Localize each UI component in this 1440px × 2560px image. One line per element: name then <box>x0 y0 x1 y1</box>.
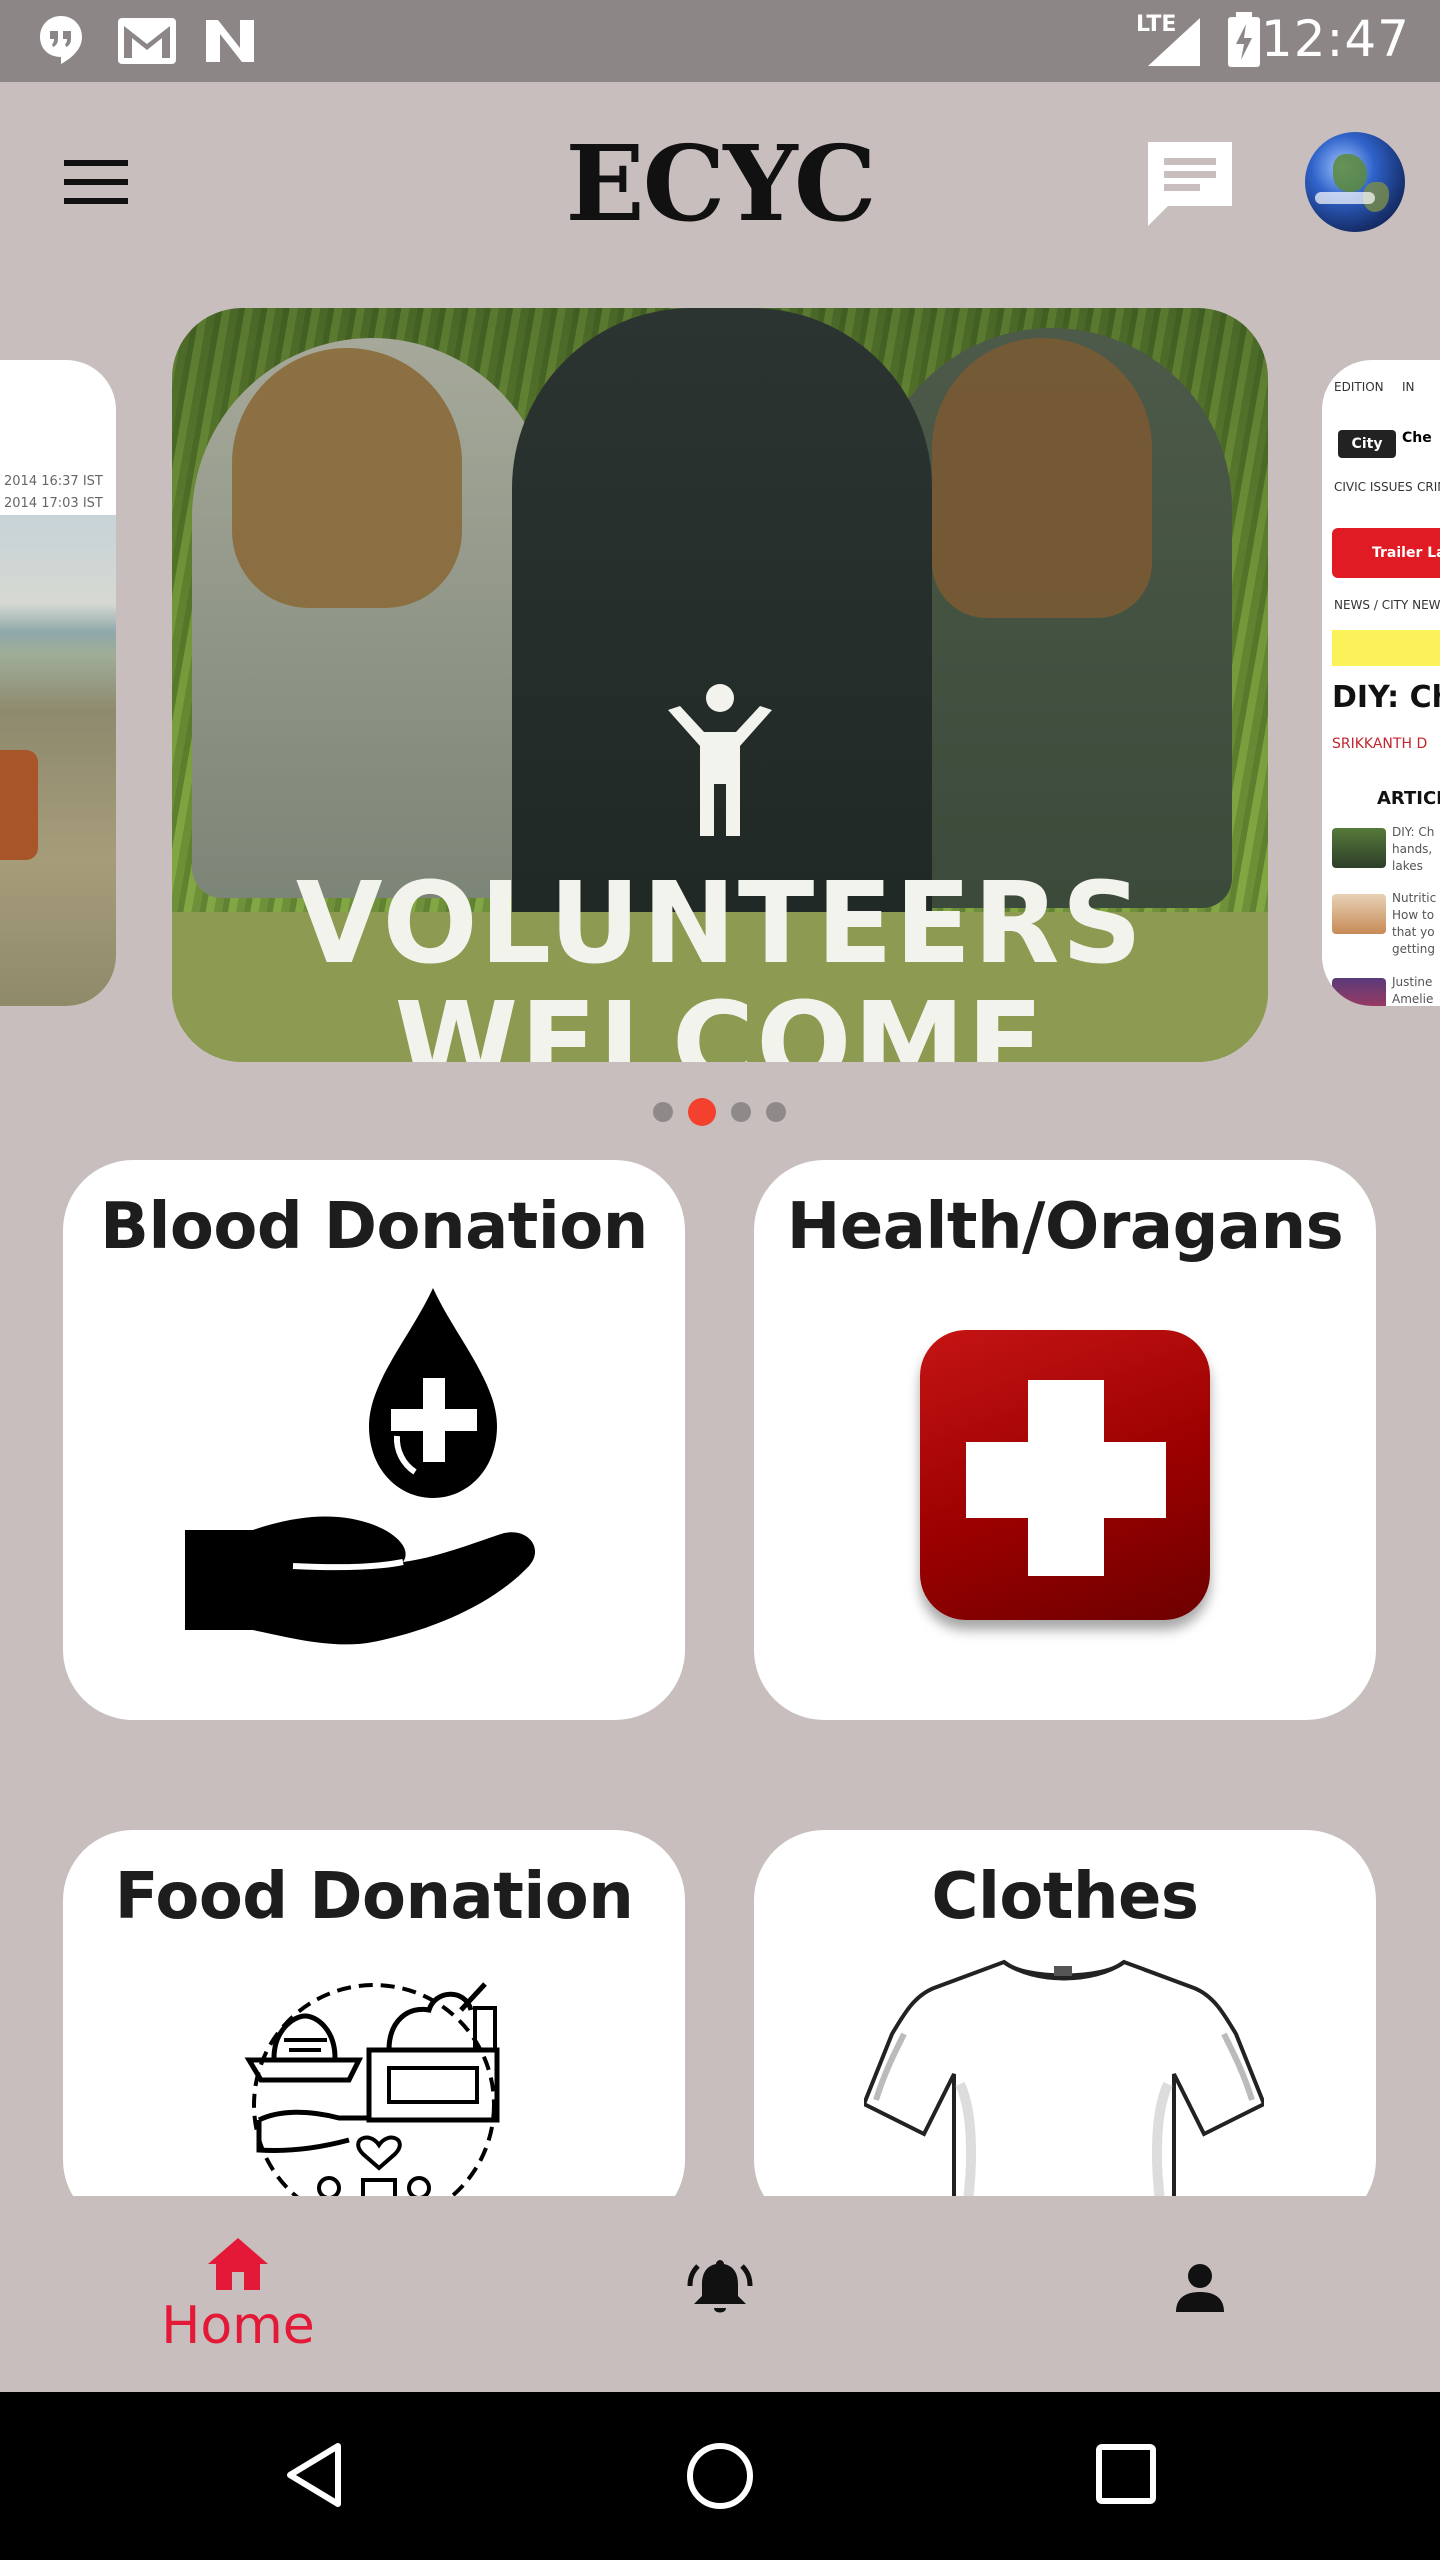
nav-home[interactable]: Home <box>88 2196 388 2392</box>
tshirt-icon <box>864 1959 1264 2230</box>
n-icon <box>206 20 254 62</box>
home-icon <box>208 2238 268 2290</box>
slide-author: SRIKKANTH D <box>1332 736 1428 752</box>
back-icon[interactable] <box>284 2440 344 2510</box>
slide-caption-line2: WELCOME <box>394 979 1046 1062</box>
page-dot[interactable] <box>766 1102 786 1122</box>
slide-thumb <box>1332 828 1386 868</box>
red-cross-bar <box>966 1442 1166 1518</box>
category-card-clothes[interactable]: Clothes <box>754 1830 1376 2230</box>
slide-thumb <box>1332 894 1386 934</box>
avatar-land <box>1333 154 1367 192</box>
slide-ad <box>1332 630 1440 666</box>
slide-hair <box>932 338 1152 618</box>
slide-article: Nutritic How to that yo getting <box>1392 891 1437 956</box>
recents-icon[interactable] <box>1094 2442 1158 2506</box>
battery-charging-icon <box>1228 12 1260 67</box>
slide-article: Justine Amelie <box>1392 975 1434 1006</box>
blood-donation-hand-icon <box>185 1288 536 1645</box>
nav-notifications[interactable] <box>570 2196 870 2392</box>
carousel-slide-previous[interactable]: 2014 16:37 IST 2014 17:03 IST <box>0 360 116 1006</box>
system-navigation-bar <box>0 2392 1440 2560</box>
slide-trailer-banner: Trailer Lau <box>1332 528 1440 578</box>
slide-edition-country: IN <box>1402 380 1415 394</box>
slide-meta: 2014 16:37 IST <box>4 474 103 489</box>
person-icon <box>1176 2264 1224 2312</box>
slide-city-tab: City <box>1338 430 1396 458</box>
signal-icon <box>1148 18 1200 66</box>
slide-nav: CIVIC ISSUES <box>1334 480 1413 494</box>
card-title: Health/Oragans <box>786 1190 1344 1264</box>
category-card-health-organs[interactable]: Health/Oragans <box>754 1160 1376 1720</box>
slide-headline: DIY: Ch <box>1332 680 1440 715</box>
category-card-food-donation[interactable]: Food Donation <box>63 1830 685 2230</box>
carousel-slide-active[interactable]: VOLUNTEERS WELCOME <box>172 308 1268 1062</box>
food-donation-icon <box>244 1982 500 2227</box>
slide-car <box>0 750 38 860</box>
slide-tab: Che <box>1402 430 1432 446</box>
volunteer-figure-icon <box>668 684 772 836</box>
hangouts-icon <box>40 16 82 64</box>
slide-thumb <box>1332 978 1386 1006</box>
slide-article: DIY: Ch hands, lakes <box>1392 825 1435 873</box>
avatar-cloud <box>1315 192 1375 204</box>
page-dot-active[interactable] <box>688 1098 716 1126</box>
image-carousel[interactable]: 2014 16:37 IST 2014 17:03 IST VOLUNTEERS… <box>0 300 1440 1080</box>
status-bar: LTE 12:47 <box>0 0 1440 82</box>
card-title: Blood Donation <box>100 1190 648 1264</box>
slide-hair <box>232 348 462 608</box>
bell-icon <box>687 2260 753 2313</box>
slide-person <box>512 308 932 948</box>
slide-edition: EDITION <box>1334 380 1384 394</box>
slide-nav: CRIM <box>1417 480 1440 494</box>
bottom-navigation: Home <box>0 2196 1440 2392</box>
chat-icon[interactable] <box>1140 134 1240 234</box>
category-card-blood-donation[interactable]: Blood Donation <box>63 1160 685 1720</box>
slide-articles-heading: ARTICL <box>1377 788 1440 809</box>
card-title: Food Donation <box>114 1860 634 1934</box>
nav-home-label: Home <box>161 2296 315 2356</box>
globe-avatar[interactable] <box>1305 132 1405 232</box>
carousel-page-indicator <box>0 1097 1440 1127</box>
status-time: 12:47 <box>1260 10 1410 68</box>
carousel-slide-next[interactable]: EDITION IN City Che CIVIC ISSUES CRIM Tr… <box>1322 360 1440 1006</box>
page-dot[interactable] <box>731 1102 751 1122</box>
home-circle-icon[interactable] <box>684 2440 756 2512</box>
gmail-icon <box>118 18 176 64</box>
card-title: Clothes <box>931 1860 1199 1934</box>
slide-breadcrumb: NEWS / CITY NEW <box>1334 598 1440 612</box>
nav-profile[interactable] <box>1050 2196 1350 2392</box>
app-bar: ECYC <box>0 82 1440 282</box>
page-dot[interactable] <box>653 1102 673 1122</box>
slide-caption-line1: VOLUNTEERS <box>295 859 1145 989</box>
red-cross-icon <box>920 1330 1210 1620</box>
slide-meta: 2014 17:03 IST <box>4 496 103 511</box>
